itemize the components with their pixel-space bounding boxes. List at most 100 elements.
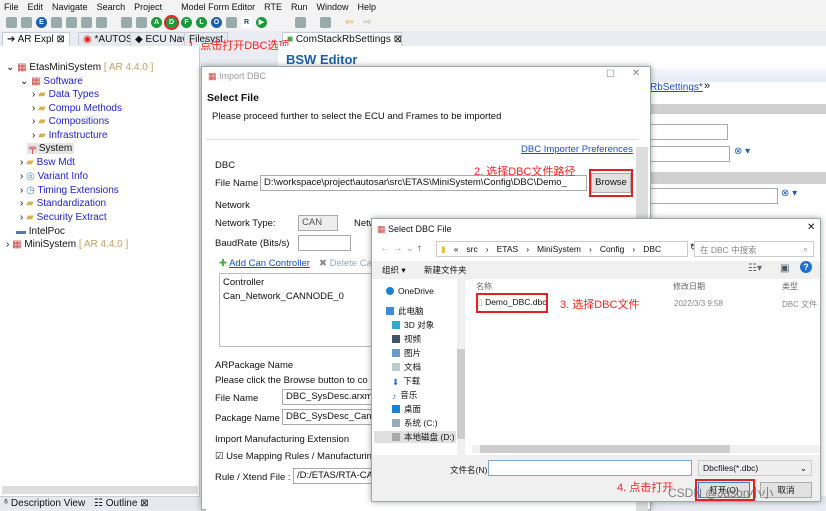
ar-file-name-input[interactable]: DBC_SysDesc.arxml bbox=[282, 389, 372, 405]
breadcrumb-more-icon[interactable]: » bbox=[704, 80, 710, 92]
tree-item-intelpoc[interactable]: ▬ IntelPoc bbox=[16, 226, 65, 237]
editor-field-2[interactable] bbox=[650, 146, 730, 162]
delete-can-controller-button[interactable]: ✖ Delete Ca bbox=[319, 258, 372, 269]
baudrate-input[interactable] bbox=[298, 235, 351, 251]
view-options-icon[interactable]: ☷▾ bbox=[748, 263, 762, 274]
forward-icon[interactable]: → bbox=[393, 243, 403, 254]
file-type-filter[interactable]: Dbcfiles(*.dbc) ⌄ bbox=[698, 460, 812, 476]
menu-help[interactable]: Help bbox=[358, 2, 377, 12]
sidebar-documents[interactable]: 文档 bbox=[392, 361, 421, 373]
menu-project[interactable]: Project bbox=[134, 2, 162, 12]
menu-file[interactable]: File bbox=[4, 2, 19, 12]
tab-description-view[interactable]: ⁶ Description View bbox=[4, 498, 85, 509]
close-icon[interactable]: ✕ bbox=[632, 68, 640, 79]
tree-item-infrastructure[interactable]: › ▰ Infrastructure bbox=[32, 130, 108, 141]
sidebar-this-pc[interactable]: 此电脑 bbox=[386, 305, 424, 317]
controller-row[interactable]: Can_Network_CANNODE_0 bbox=[223, 291, 344, 302]
e-button-icon[interactable]: E bbox=[36, 17, 47, 28]
tab-outline[interactable]: ☷ Outline ⊠ bbox=[94, 498, 149, 509]
address-bar[interactable]: ▮ « src › ETAS › MiniSystem › Config › DBC bbox=[436, 241, 688, 257]
f-button-icon[interactable]: F bbox=[181, 17, 192, 28]
column-name[interactable]: 名称 bbox=[476, 281, 492, 292]
path-segment[interactable]: DBC bbox=[643, 244, 661, 254]
tree-item-bsw-mdt[interactable]: › ▰ Bsw Mdt bbox=[20, 157, 75, 168]
next-annotation-icon[interactable] bbox=[295, 17, 306, 28]
scroll-thumb[interactable] bbox=[457, 349, 465, 439]
path-overflow[interactable]: « bbox=[454, 244, 459, 254]
select-tool-icon[interactable] bbox=[6, 17, 17, 28]
back-icon[interactable]: ← bbox=[380, 243, 390, 254]
help-icon[interactable]: ? bbox=[800, 261, 812, 273]
preview-pane-icon[interactable]: ▣ bbox=[780, 263, 789, 274]
back-arrow-icon[interactable]: ⇦ bbox=[345, 17, 353, 28]
menu-navigate[interactable]: Navigate bbox=[52, 2, 88, 12]
horizontal-scrollbar[interactable] bbox=[2, 486, 198, 494]
tree-item-timing-extensions[interactable]: › ◷ Timing Extensions bbox=[20, 185, 119, 196]
tree-item-data-types[interactable]: › ▰ Data Types bbox=[32, 89, 99, 100]
o-button-icon[interactable]: O bbox=[211, 17, 222, 28]
up-icon[interactable]: ↑ bbox=[417, 243, 422, 254]
new-icon[interactable] bbox=[21, 17, 32, 28]
tab-comstack-rb-settings[interactable]: ■ ComStackRbSettings ⊠ bbox=[282, 32, 402, 46]
new-file-icon[interactable] bbox=[96, 17, 107, 28]
editor-select[interactable] bbox=[650, 188, 778, 204]
breadcrumb-link[interactable]: RbSettings* bbox=[650, 82, 703, 93]
tab-ar-explorer[interactable]: ➔ AR Expl ⊠ bbox=[2, 32, 70, 46]
gear-icon[interactable] bbox=[226, 17, 237, 28]
menu-edit[interactable]: Edit bbox=[28, 2, 44, 12]
path-segment[interactable]: src bbox=[466, 244, 477, 254]
use-mapping-checkbox[interactable]: ☑ Use Mapping Rules / Manufacturin bbox=[215, 451, 372, 462]
scroll-thumb[interactable] bbox=[480, 445, 730, 453]
prev-annotation-icon[interactable] bbox=[320, 17, 331, 28]
tree-item-etasminisystem[interactable]: ⌄ ▦ EtasMiniSystem [ AR 4.4.0 ] bbox=[6, 62, 153, 73]
organize-button[interactable]: 组织 ▾ bbox=[382, 264, 406, 276]
column-type[interactable]: 类型 bbox=[782, 281, 798, 292]
tree-item-compositions[interactable]: › ▰ Compositions bbox=[32, 116, 109, 127]
new-folder-button[interactable]: 新建文件夹 bbox=[424, 264, 467, 276]
search-input[interactable]: 在 DBC 中搜索 ⌕ bbox=[694, 241, 814, 257]
tree-item-software[interactable]: ⌄ ▦ Software bbox=[20, 76, 83, 87]
sidebar-music[interactable]: ♪ 音乐 bbox=[392, 389, 417, 401]
menu-search[interactable]: Search bbox=[97, 2, 126, 12]
tree-item-variant-info[interactable]: › ◎ Variant Info bbox=[20, 171, 88, 182]
tree-item-minisystem[interactable]: › ▦ MiniSystem [ AR 4.4.0 ] bbox=[6, 239, 128, 250]
clear-icon[interactable]: ⊗ ▾ bbox=[734, 146, 750, 157]
tab-ecu-navigator[interactable]: ◆ ECU Nav bbox=[130, 32, 193, 46]
path-segment[interactable]: MiniSystem bbox=[537, 244, 581, 254]
dbc-importer-preferences-link[interactable]: DBC Importer Preferences bbox=[521, 144, 633, 155]
column-date[interactable]: 修改日期 bbox=[673, 281, 705, 292]
tab-autosar[interactable]: ◉ *AUTOS bbox=[78, 32, 138, 46]
maximize-icon[interactable]: ☐ bbox=[606, 69, 615, 80]
sidebar-downloads[interactable]: ⬇ 下载 bbox=[392, 375, 420, 387]
sidebar-drive-d[interactable]: 本地磁盘 (D:) bbox=[374, 431, 456, 443]
sidebar-desktop[interactable]: 桌面 bbox=[392, 403, 421, 415]
menu-run[interactable]: Run bbox=[291, 2, 308, 12]
save-icon[interactable] bbox=[121, 17, 132, 28]
build-icon[interactable] bbox=[51, 17, 62, 28]
zoom-icon[interactable] bbox=[66, 17, 77, 28]
run-icon[interactable]: ▶ bbox=[256, 17, 267, 28]
filename-input[interactable] bbox=[488, 460, 692, 476]
menu-model-form-editor[interactable]: Model Form Editor bbox=[181, 2, 255, 12]
sidebar-3d-objects[interactable]: 3D 对象 bbox=[392, 319, 434, 331]
horizontal-scrollbar[interactable] bbox=[472, 445, 820, 453]
tree-item-standardization[interactable]: › ▰ Standardization bbox=[20, 198, 106, 209]
path-segment[interactable]: Config bbox=[600, 244, 625, 254]
package-name-input[interactable]: DBC_SysDesc_Can_N bbox=[282, 409, 372, 425]
l-button-icon[interactable]: L bbox=[196, 17, 207, 28]
a-button-icon[interactable]: A bbox=[151, 17, 162, 28]
sidebar-scrollbar[interactable] bbox=[457, 279, 465, 455]
sidebar-onedrive[interactable]: OneDrive bbox=[386, 286, 434, 296]
import-dbc-d-button-icon[interactable]: D bbox=[164, 15, 179, 30]
r-button-icon[interactable]: R bbox=[241, 17, 252, 28]
sidebar-pictures[interactable]: 图片 bbox=[392, 347, 421, 359]
sidebar-videos[interactable]: 视频 bbox=[392, 333, 421, 345]
rule-file-input[interactable]: /D:/ETAS/RTA-CA bbox=[293, 468, 373, 484]
clear-icon[interactable]: ⊗ ▾ bbox=[781, 188, 797, 199]
close-icon[interactable]: ✕ bbox=[807, 222, 815, 233]
path-segment[interactable]: ETAS bbox=[497, 244, 519, 254]
tree-item-security-extract[interactable]: › ▰ Security Extract bbox=[20, 212, 107, 223]
help-icon[interactable] bbox=[81, 17, 92, 28]
add-can-controller-button[interactable]: ✚ Add Can Controller bbox=[219, 258, 310, 269]
menu-rte[interactable]: RTE bbox=[264, 2, 282, 12]
